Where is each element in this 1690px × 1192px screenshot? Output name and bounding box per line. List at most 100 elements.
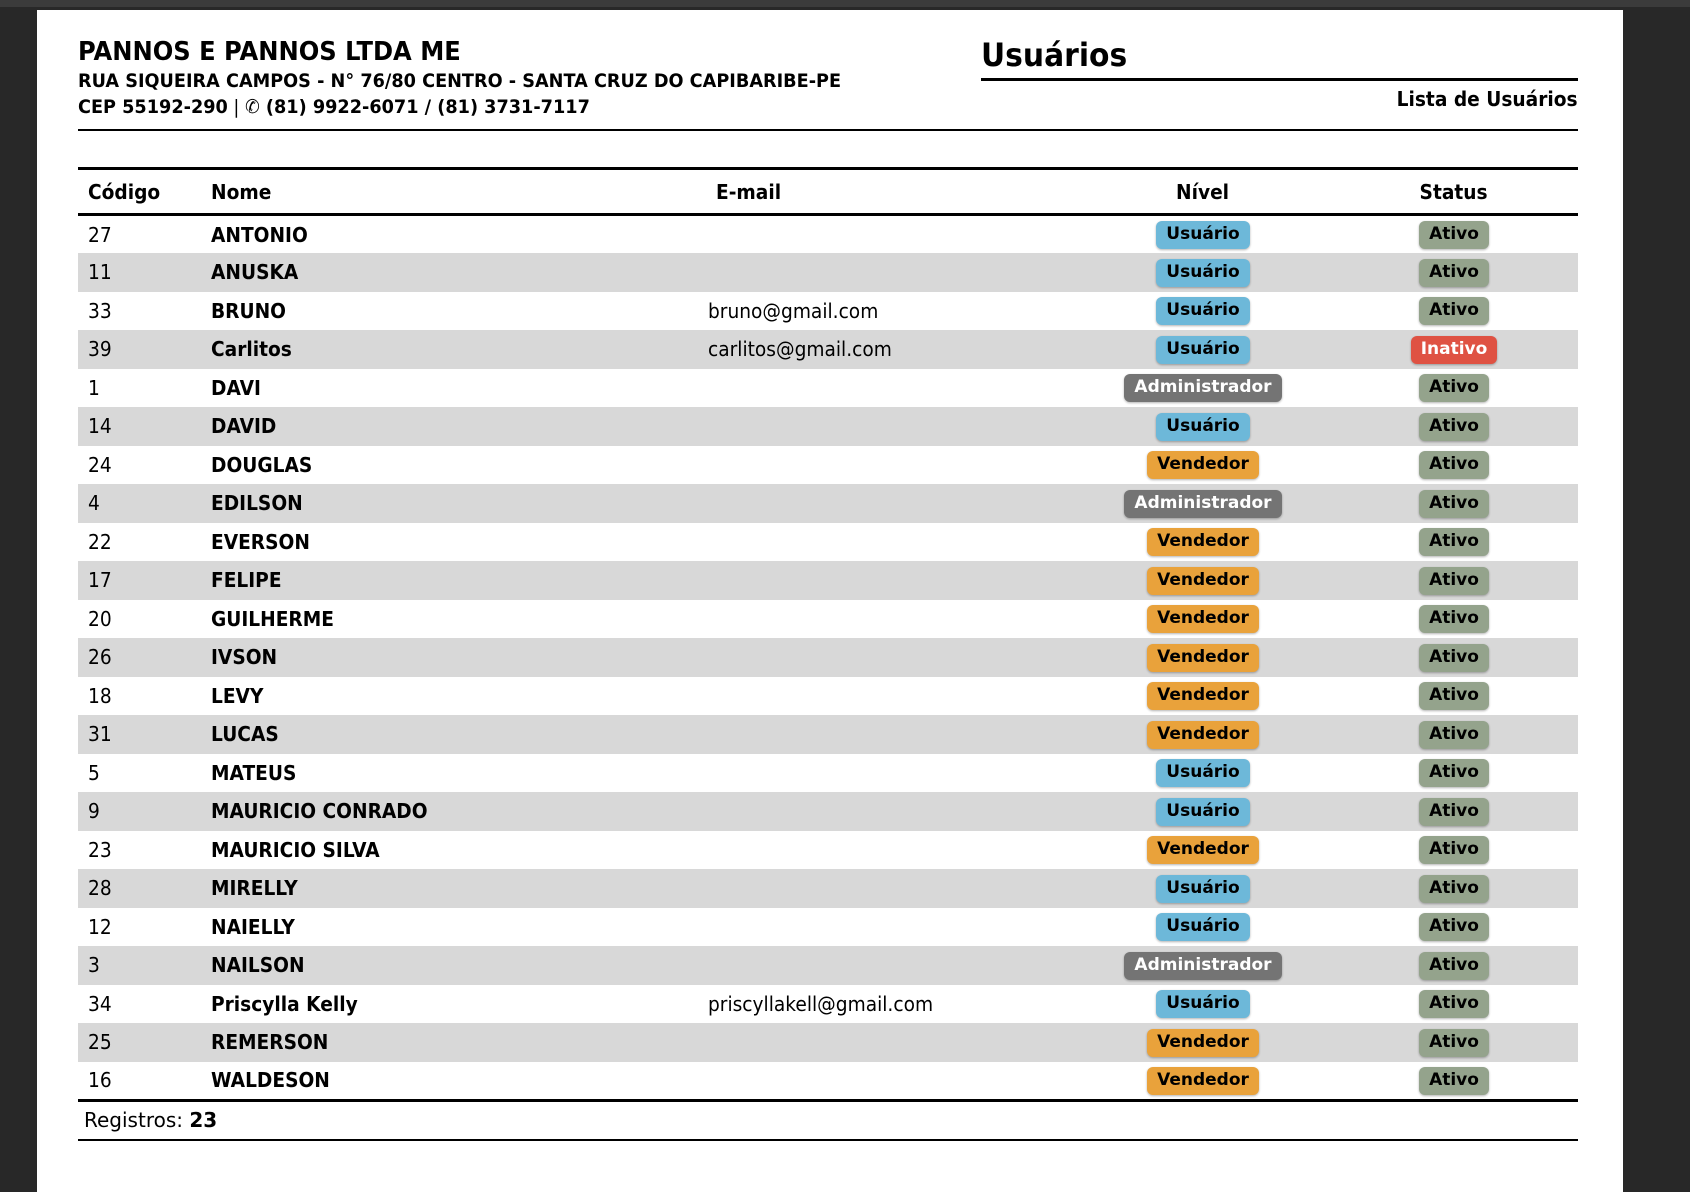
status-badge: Ativo — [1419, 952, 1489, 980]
cell-status: Ativo — [1330, 1062, 1578, 1101]
nivel-badge: Usuário — [1156, 297, 1249, 325]
company-name: PANNOS E PANNOS LTDA ME — [78, 37, 899, 68]
cell-nivel: Vendedor — [1076, 561, 1330, 600]
report-header: PANNOS E PANNOS LTDA ME RUA SIQUEIRA CAM… — [37, 10, 1623, 120]
page-subtitle: Lista de Usuários — [981, 87, 1578, 111]
cell-status: Ativo — [1330, 869, 1578, 908]
nivel-badge: Administrador — [1124, 952, 1281, 980]
cell-status: Ativo — [1330, 638, 1578, 677]
cell-codigo: 23 — [78, 831, 211, 870]
status-badge: Ativo — [1419, 990, 1489, 1018]
cell-status: Ativo — [1330, 407, 1578, 446]
cell-nivel: Vendedor — [1076, 1062, 1330, 1101]
cell-email — [708, 407, 1076, 446]
table-row: 23 MAURICIO SILVA Vendedor Ativo — [78, 831, 1578, 870]
cell-nivel: Vendedor — [1076, 677, 1330, 716]
nivel-badge: Usuário — [1156, 259, 1249, 287]
report-page: PANNOS E PANNOS LTDA ME RUA SIQUEIRA CAM… — [37, 10, 1623, 1192]
cell-nome: MAURICIO SILVA — [211, 831, 708, 870]
cell-status: Ativo — [1330, 523, 1578, 562]
cell-codigo: 22 — [78, 523, 211, 562]
table-row: 27 ANTONIO Usuário Ativo — [78, 215, 1578, 254]
nivel-badge: Vendedor — [1147, 605, 1259, 633]
table-row: 16 WALDESON Vendedor Ativo — [78, 1062, 1578, 1101]
cell-codigo: 5 — [78, 754, 211, 793]
cell-nivel: Vendedor — [1076, 600, 1330, 639]
table-row: 18 LEVY Vendedor Ativo — [78, 677, 1578, 716]
status-badge: Ativo — [1419, 1029, 1489, 1057]
cell-nivel: Vendedor — [1076, 523, 1330, 562]
cell-email — [708, 677, 1076, 716]
table-header-row: Código Nome E-mail Nível Status — [78, 169, 1578, 215]
cell-codigo: 39 — [78, 330, 211, 369]
nivel-badge: Vendedor — [1147, 528, 1259, 556]
cell-nome: EDILSON — [211, 484, 708, 523]
records-count: Registros: 23 — [78, 1102, 1578, 1141]
table-row: 31 LUCAS Vendedor Ativo — [78, 715, 1578, 754]
cell-nome: Carlitos — [211, 330, 708, 369]
cell-status: Ativo — [1330, 985, 1578, 1024]
cell-codigo: 25 — [78, 1023, 211, 1062]
cell-nivel: Usuário — [1076, 869, 1330, 908]
status-badge: Ativo — [1419, 259, 1489, 287]
page-title: Usuários — [981, 37, 1578, 81]
cell-nome: ANTONIO — [211, 215, 708, 254]
cell-nome: DOUGLAS — [211, 446, 708, 485]
nivel-badge: Vendedor — [1147, 1067, 1259, 1095]
nivel-badge: Vendedor — [1147, 451, 1259, 479]
cell-codigo: 14 — [78, 407, 211, 446]
nivel-badge: Usuário — [1156, 336, 1249, 364]
viewer-top-bar — [0, 0, 1690, 7]
cell-codigo: 16 — [78, 1062, 211, 1101]
cell-email: priscyllakell@gmail.com — [708, 985, 1076, 1024]
cell-status: Ativo — [1330, 792, 1578, 831]
table-row: 34 Priscylla Kelly priscyllakell@gmail.c… — [78, 985, 1578, 1024]
status-badge: Ativo — [1419, 759, 1489, 787]
cell-codigo: 11 — [78, 253, 211, 292]
nivel-badge: Usuário — [1156, 798, 1249, 826]
table-row: 5 MATEUS Usuário Ativo — [78, 754, 1578, 793]
cell-codigo: 26 — [78, 638, 211, 677]
cell-email: carlitos@gmail.com — [708, 330, 1076, 369]
cell-email — [708, 600, 1076, 639]
cell-status: Ativo — [1330, 561, 1578, 600]
column-header-status: Status — [1330, 169, 1578, 215]
nivel-badge: Vendedor — [1147, 644, 1259, 672]
cell-nome: LUCAS — [211, 715, 708, 754]
status-badge: Ativo — [1419, 490, 1489, 518]
status-badge: Ativo — [1419, 221, 1489, 249]
cell-codigo: 27 — [78, 215, 211, 254]
status-badge: Ativo — [1419, 836, 1489, 864]
cell-nome: MAURICIO CONRADO — [211, 792, 708, 831]
nivel-badge: Vendedor — [1147, 721, 1259, 749]
cell-email — [708, 754, 1076, 793]
cell-nivel: Vendedor — [1076, 446, 1330, 485]
nivel-badge: Usuário — [1156, 221, 1249, 249]
nivel-badge: Usuário — [1156, 913, 1249, 941]
cell-status: Ativo — [1330, 715, 1578, 754]
cell-nome: IVSON — [211, 638, 708, 677]
cell-status: Ativo — [1330, 754, 1578, 793]
cell-email — [708, 1023, 1076, 1062]
records-value: 23 — [189, 1108, 217, 1132]
table-row: 12 NAIELLY Usuário Ativo — [78, 908, 1578, 947]
cell-status: Ativo — [1330, 677, 1578, 716]
cell-nivel: Vendedor — [1076, 715, 1330, 754]
table-row: 11 ANUSKA Usuário Ativo — [78, 253, 1578, 292]
cell-nome: LEVY — [211, 677, 708, 716]
cell-nivel: Usuário — [1076, 253, 1330, 292]
table-row: 1 DAVI Administrador Ativo — [78, 369, 1578, 408]
status-badge: Inativo — [1411, 336, 1498, 364]
cell-email — [708, 946, 1076, 985]
cell-codigo: 12 — [78, 908, 211, 947]
cell-email — [708, 1062, 1076, 1101]
cell-email — [708, 369, 1076, 408]
status-badge: Ativo — [1419, 644, 1489, 672]
status-badge: Ativo — [1419, 374, 1489, 402]
cell-status: Ativo — [1330, 946, 1578, 985]
company-address: RUA SIQUEIRA CAMPOS - N° 76/80 CENTRO - … — [78, 68, 899, 94]
cell-email — [708, 561, 1076, 600]
company-block: PANNOS E PANNOS LTDA ME RUA SIQUEIRA CAM… — [78, 37, 899, 120]
cell-nivel: Usuário — [1076, 407, 1330, 446]
table-row: 14 DAVID Usuário Ativo — [78, 407, 1578, 446]
